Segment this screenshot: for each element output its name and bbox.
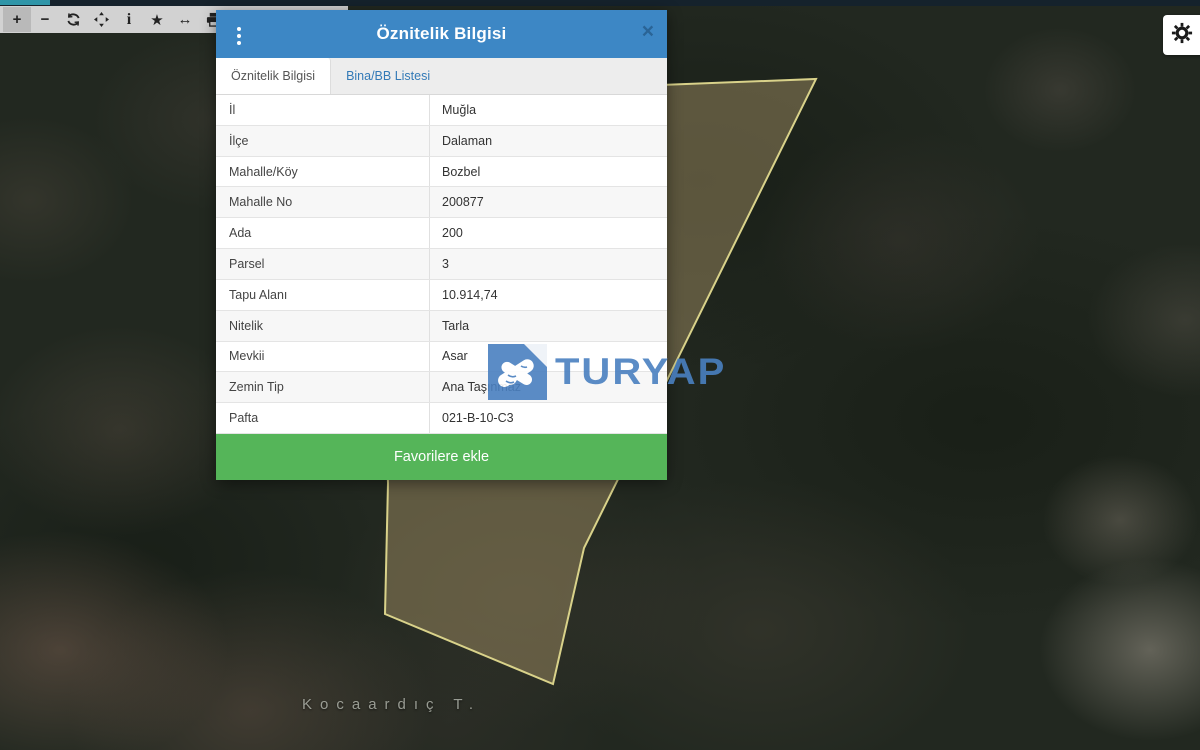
gear-icon — [1171, 22, 1200, 49]
map-place-label: Kocaardıç T. — [302, 696, 481, 713]
refresh-button[interactable] — [59, 7, 87, 32]
row-value: 3 — [429, 249, 667, 279]
row-label: Zemin Tip — [216, 380, 429, 394]
table-row: Pafta021-B-10-C3 — [216, 403, 667, 434]
row-value: Bozbel — [429, 157, 667, 187]
row-value: 10.914,74 — [429, 280, 667, 310]
close-icon[interactable]: × — [642, 21, 654, 42]
info-button[interactable]: i — [115, 7, 143, 32]
modal-tabs: Öznitelik Bilgisi Bina/BB Listesi — [216, 58, 667, 95]
move-icon — [94, 12, 109, 27]
row-value: Dalaman — [429, 126, 667, 156]
table-row: NitelikTarla — [216, 311, 667, 342]
tab-oznitelik-bilgisi[interactable]: Öznitelik Bilgisi — [216, 58, 331, 94]
table-row: MevkiiAsar — [216, 342, 667, 373]
row-label: İl — [216, 103, 429, 117]
modal-title: Öznitelik Bilgisi — [216, 24, 667, 44]
row-value: 200 — [429, 218, 667, 248]
modal-header: Öznitelik Bilgisi × — [216, 10, 667, 58]
row-value: Ana Taşınmaz — [429, 372, 667, 402]
horizontal-arrow-icon: ↔ — [178, 11, 193, 28]
row-label: Ada — [216, 226, 429, 240]
table-row: Mahalle No200877 — [216, 187, 667, 218]
info-icon: i — [127, 11, 131, 29]
measure-button[interactable]: ↔ — [171, 7, 199, 32]
row-label: Mahalle/Köy — [216, 165, 429, 179]
row-label: Pafta — [216, 411, 429, 425]
attribute-table: İlMuğla İlçeDalaman Mahalle/KöyBozbel Ma… — [216, 95, 667, 434]
table-row: Parsel3 — [216, 249, 667, 280]
row-value: Tarla — [429, 311, 667, 341]
add-to-favorites-button[interactable]: Favorilere ekle — [216, 434, 667, 480]
table-row: Ada200 — [216, 218, 667, 249]
row-value: Muğla — [429, 95, 667, 125]
kebab-menu-icon[interactable] — [234, 24, 244, 48]
attribute-info-modal: Öznitelik Bilgisi × Öznitelik Bilgisi Bi… — [216, 10, 667, 480]
table-row: İlMuğla — [216, 95, 667, 126]
pan-button[interactable] — [87, 7, 115, 32]
row-value: Asar — [429, 342, 667, 372]
favorites-button[interactable]: ★ — [143, 7, 171, 32]
star-icon: ★ — [150, 11, 163, 29]
settings-button[interactable] — [1163, 15, 1200, 55]
zoom-out-button[interactable]: − — [31, 7, 59, 32]
row-label: Nitelik — [216, 319, 429, 333]
refresh-icon — [66, 12, 81, 27]
row-label: Mevkii — [216, 349, 429, 363]
minus-icon: − — [41, 11, 50, 28]
table-row: Zemin TipAna Taşınmaz — [216, 372, 667, 403]
row-label: Parsel — [216, 257, 429, 271]
table-row: İlçeDalaman — [216, 126, 667, 157]
zoom-in-button[interactable]: + — [3, 7, 31, 32]
tab-bina-bb-listesi[interactable]: Bina/BB Listesi — [331, 58, 445, 94]
table-row: Tapu Alanı10.914,74 — [216, 280, 667, 311]
row-label: Tapu Alanı — [216, 288, 429, 302]
row-label: Mahalle No — [216, 195, 429, 209]
table-row: Mahalle/KöyBozbel — [216, 157, 667, 188]
row-label: İlçe — [216, 134, 429, 148]
plus-icon: + — [13, 11, 22, 28]
row-value: 200877 — [429, 187, 667, 217]
top-strip-accent — [0, 0, 50, 5]
row-value: 021-B-10-C3 — [429, 403, 667, 433]
